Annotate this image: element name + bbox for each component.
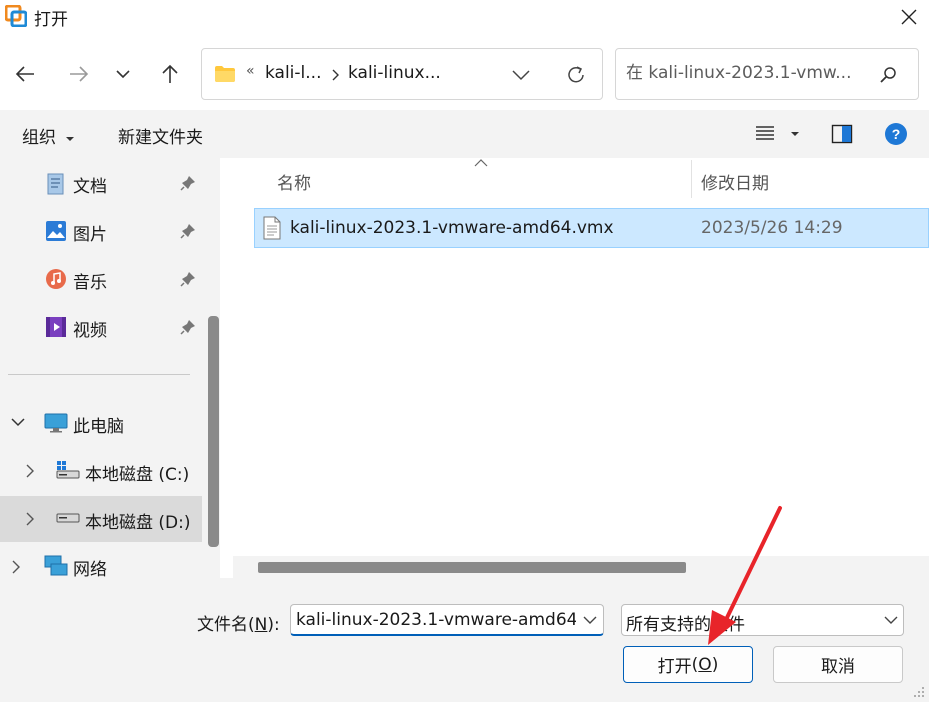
nav-divider bbox=[8, 374, 190, 375]
vmware-app-icon bbox=[4, 4, 28, 28]
sidebar-item-label: 本地磁盘 (D:) bbox=[85, 513, 191, 533]
chevron-right-icon[interactable] bbox=[12, 560, 21, 574]
file-name: kali-linux-2023.1-vmware-amd64.vmx bbox=[290, 218, 614, 238]
open-label: 打开 bbox=[657, 657, 692, 677]
close-button[interactable] bbox=[888, 0, 929, 34]
search-icon[interactable] bbox=[879, 66, 897, 84]
file-date: 2023/5/26 14:29 bbox=[701, 218, 843, 238]
drive-icon bbox=[56, 513, 80, 523]
forward-button[interactable] bbox=[61, 56, 97, 92]
list-view-icon bbox=[756, 126, 774, 140]
preview-pane-button[interactable] bbox=[831, 124, 853, 149]
filename-mnemonic: N bbox=[254, 615, 268, 635]
text-file-icon bbox=[263, 216, 281, 240]
column-header-name[interactable]: 名称 bbox=[277, 169, 311, 194]
sidebar-item-label: 本地磁盘 (C:) bbox=[85, 465, 190, 485]
sidebar-item-documents[interactable]: 文档 bbox=[0, 160, 202, 206]
windows-drive-icon bbox=[56, 461, 80, 479]
document-icon bbox=[47, 173, 64, 195]
column-separator[interactable] bbox=[691, 160, 692, 198]
nav-scrollbar-thumb[interactable] bbox=[208, 316, 219, 547]
file-type-select[interactable]: 所有支持的文件 bbox=[621, 604, 904, 636]
sidebar-item-label: 音乐 bbox=[73, 273, 107, 293]
filename-label-text: 文件名 bbox=[197, 615, 248, 635]
chevron-down-icon[interactable] bbox=[11, 417, 25, 427]
chevron-down-icon[interactable] bbox=[512, 69, 530, 81]
chevron-right-icon[interactable] bbox=[332, 69, 340, 81]
sidebar-item-label: 视频 bbox=[73, 321, 107, 341]
open-button[interactable]: 打开(O) bbox=[623, 646, 753, 683]
computer-icon bbox=[44, 413, 68, 433]
filename-input[interactable] bbox=[296, 610, 576, 630]
organize-label: 组织 bbox=[22, 128, 56, 148]
address-bar[interactable]: « kali-l... kali-linux... bbox=[201, 48, 603, 100]
caret-down-icon bbox=[66, 137, 75, 141]
organize-button[interactable]: 组织 bbox=[22, 123, 75, 148]
sidebar-item-videos[interactable]: 视频 bbox=[0, 304, 202, 350]
sidebar-item-label: 图片 bbox=[73, 225, 107, 245]
chevron-right-icon[interactable] bbox=[26, 464, 35, 478]
view-options-button[interactable] bbox=[754, 124, 804, 146]
folder-icon bbox=[215, 66, 235, 82]
sidebar-item-label: 此电脑 bbox=[73, 417, 124, 437]
pin-icon[interactable] bbox=[180, 175, 196, 191]
cancel-button[interactable]: 取消 bbox=[773, 646, 903, 683]
overflow-chevrons[interactable]: « bbox=[246, 63, 255, 79]
arrow-left-icon bbox=[15, 66, 34, 82]
picture-icon bbox=[46, 221, 66, 241]
sidebar-item-network[interactable]: 网络 bbox=[0, 544, 202, 578]
recent-locations-button[interactable] bbox=[105, 56, 141, 92]
caret-down-icon bbox=[791, 132, 799, 136]
network-icon bbox=[44, 555, 68, 576]
window-title: 打开 bbox=[34, 10, 68, 30]
arrow-up-icon bbox=[162, 64, 178, 83]
dialog-footer bbox=[0, 578, 929, 702]
video-icon bbox=[46, 317, 66, 337]
pin-icon[interactable] bbox=[180, 271, 196, 287]
search-box[interactable] bbox=[615, 48, 919, 100]
sidebar-item-pictures[interactable]: 图片 bbox=[0, 208, 202, 254]
sort-ascending-icon bbox=[474, 159, 488, 167]
sidebar-item-this-pc[interactable]: 此电脑 bbox=[0, 400, 202, 446]
up-button[interactable] bbox=[152, 56, 188, 92]
breadcrumb-item[interactable]: kali-linux... bbox=[348, 63, 441, 83]
chevron-down-icon bbox=[116, 70, 130, 79]
pin-icon[interactable] bbox=[180, 223, 196, 239]
new-folder-button[interactable]: 新建文件夹 bbox=[118, 123, 203, 148]
resize-grip-icon[interactable] bbox=[912, 685, 926, 699]
sidebar-item-drive-c[interactable]: 本地磁盘 (C:) bbox=[0, 448, 202, 494]
title-bar bbox=[0, 0, 929, 34]
open-mnemonic: O bbox=[698, 654, 712, 675]
music-icon bbox=[46, 269, 66, 289]
sidebar-item-label: 文档 bbox=[73, 177, 107, 197]
sidebar-item-label: 网络 bbox=[73, 560, 107, 578]
preview-pane-icon bbox=[831, 124, 853, 144]
sidebar-item-music[interactable]: 音乐 bbox=[0, 256, 202, 302]
filename-label: 文件名(N): bbox=[197, 615, 280, 635]
pin-icon[interactable] bbox=[180, 319, 196, 335]
svg-text:?: ? bbox=[892, 126, 901, 142]
file-type-value: 所有支持的文件 bbox=[626, 615, 745, 635]
close-icon bbox=[901, 9, 916, 25]
breadcrumb-item[interactable]: kali-l... bbox=[265, 63, 321, 83]
refresh-icon[interactable] bbox=[565, 64, 587, 86]
help-button[interactable]: ? bbox=[884, 122, 908, 151]
help-icon: ? bbox=[885, 123, 907, 145]
chevron-down-icon bbox=[884, 616, 898, 624]
horizontal-scrollbar-thumb[interactable] bbox=[258, 562, 686, 573]
column-header-date[interactable]: 修改日期 bbox=[701, 169, 769, 194]
chevron-down-icon[interactable] bbox=[583, 616, 597, 625]
search-input[interactable] bbox=[626, 63, 871, 83]
back-button[interactable] bbox=[7, 56, 43, 92]
arrow-right-icon bbox=[70, 66, 89, 82]
filename-combobox[interactable] bbox=[290, 604, 604, 636]
chevron-right-icon[interactable] bbox=[26, 512, 35, 526]
sidebar-item-drive-d[interactable]: 本地磁盘 (D:) bbox=[0, 496, 202, 542]
